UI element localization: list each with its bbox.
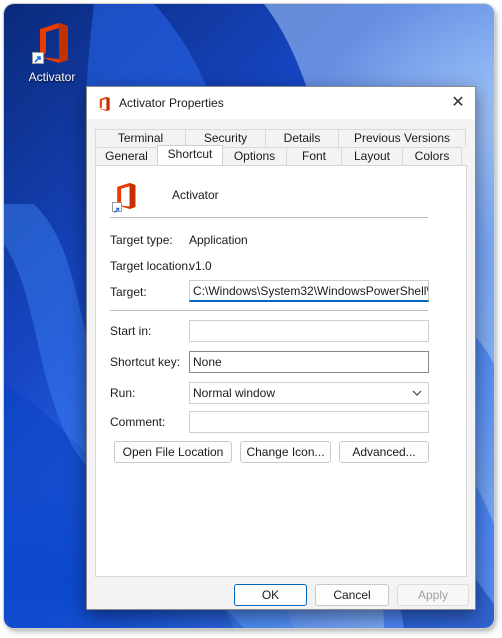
run-select[interactable]: Normal window	[189, 382, 429, 404]
divider	[110, 310, 428, 311]
office-logo-icon	[32, 22, 72, 64]
ok-button[interactable]: OK	[234, 584, 307, 606]
tab-row-back: Terminal Security Details Previous Versi…	[95, 129, 466, 147]
tab-general[interactable]: General	[95, 147, 158, 165]
title-bar: Activator Properties ✕	[87, 87, 475, 119]
office-logo-icon	[97, 96, 111, 112]
target-label: Target:	[110, 285, 147, 299]
target-location-value: v1.0	[189, 259, 212, 273]
shortcut-key-label: Shortcut key:	[110, 355, 181, 369]
apply-button[interactable]: Apply	[397, 584, 469, 606]
divider	[110, 217, 428, 218]
start-in-label: Start in:	[110, 324, 152, 338]
shortcut-arrow-icon	[112, 202, 122, 213]
office-logo-icon	[112, 180, 138, 213]
change-icon-button[interactable]: Change Icon...	[240, 441, 331, 463]
app-name: Activator	[172, 188, 219, 202]
dialog-title: Activator Properties	[119, 96, 224, 110]
tab-shortcut[interactable]: Shortcut	[157, 145, 223, 165]
comment-field[interactable]	[189, 411, 429, 433]
shortcut-key-field[interactable]: None	[189, 351, 429, 373]
tab-details[interactable]: Details	[265, 129, 339, 147]
shortcut-panel: Activator Target type: Application Targe…	[95, 165, 467, 577]
tab-row-front: General Shortcut Options Font Layout Col…	[95, 145, 462, 165]
tab-colors[interactable]: Colors	[402, 147, 462, 165]
start-in-field[interactable]	[189, 320, 429, 342]
desktop-icon-label: Activator	[28, 70, 76, 84]
properties-dialog: Activator Properties ✕ Terminal Security…	[86, 86, 476, 610]
close-icon[interactable]: ✕	[441, 87, 475, 119]
target-location-label: Target location:	[110, 259, 192, 273]
run-label: Run:	[110, 386, 136, 400]
tab-font[interactable]: Font	[286, 147, 342, 165]
chevron-down-icon	[412, 383, 422, 403]
target-field[interactable]: C:\Windows\System32\WindowsPowerShell\v1…	[189, 280, 429, 302]
advanced-button[interactable]: Advanced...	[339, 441, 429, 463]
target-type-label: Target type:	[110, 233, 173, 247]
screenshot-frame: Activator Activator Properties ✕ Termina…	[4, 4, 494, 628]
shortcut-arrow-icon	[32, 52, 44, 64]
tab-options[interactable]: Options	[222, 147, 287, 165]
tab-layout[interactable]: Layout	[341, 147, 403, 165]
open-file-location-button[interactable]: Open File Location	[114, 441, 232, 463]
cancel-button[interactable]: Cancel	[315, 584, 389, 606]
desktop-shortcut-activator[interactable]: Activator	[20, 22, 84, 84]
target-type-value: Application	[189, 233, 248, 247]
comment-label: Comment:	[110, 415, 166, 429]
run-select-value: Normal window	[193, 386, 276, 400]
tab-previous-versions[interactable]: Previous Versions	[338, 129, 466, 147]
